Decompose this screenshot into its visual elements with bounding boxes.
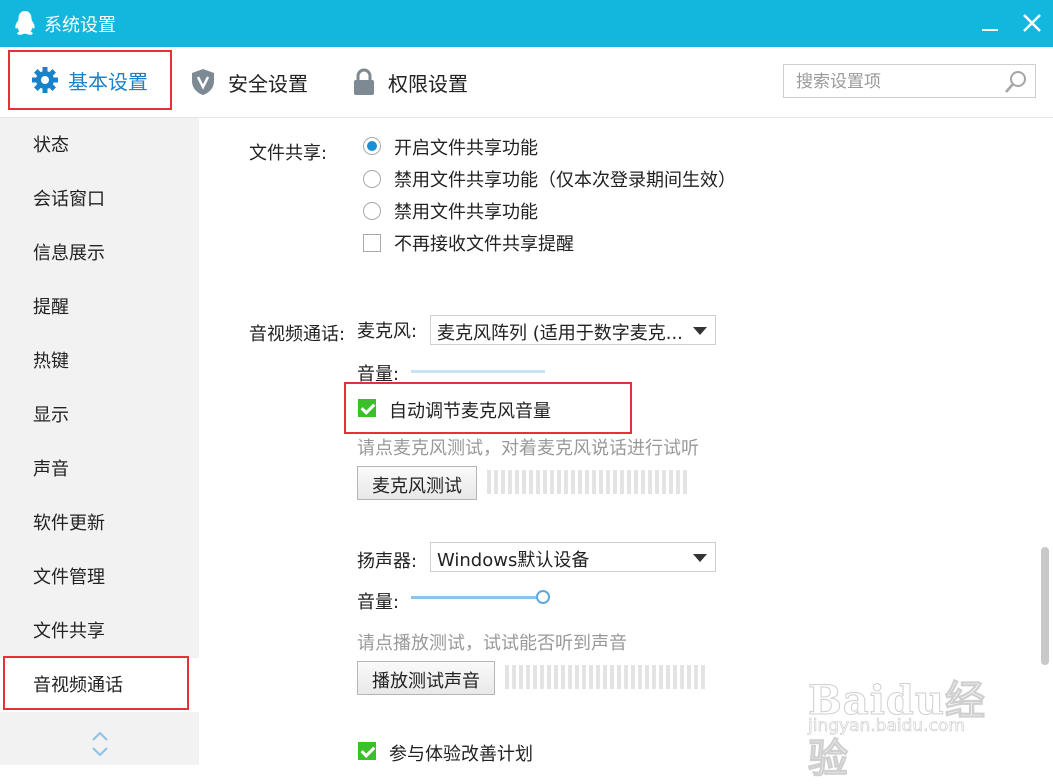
vertical-scrollbar[interactable]	[1037, 118, 1053, 765]
speaker-level-meter	[505, 665, 705, 689]
search-input[interactable]	[794, 65, 998, 99]
gear-icon	[32, 67, 58, 93]
sidebar-item-label: 文件共享	[33, 621, 105, 642]
speaker-test-hint: 请点播放测试，试试能否听到声音	[357, 633, 627, 654]
sidebar-item-label: 状态	[33, 135, 69, 156]
sidebar-item-label: 文件管理	[33, 567, 105, 588]
sidebar-item-label: 软件更新	[33, 513, 105, 534]
title-bar: 系统设置	[0, 0, 1053, 47]
radio-disable-file-share[interactable]	[363, 202, 381, 220]
button-label: 播放测试声音	[372, 671, 480, 692]
mic-volume-slider	[411, 370, 545, 373]
play-test-sound-button[interactable]: 播放测试声音	[357, 661, 495, 695]
mic-test-button[interactable]: 麦克风测试	[357, 466, 477, 500]
sidebar-item-software-update[interactable]: 软件更新	[0, 496, 199, 550]
radio-label: 禁用文件共享功能（仅本次登录期间生效）	[394, 170, 736, 191]
chevron-up-icon[interactable]	[88, 728, 112, 744]
tab-permission-settings[interactable]: 权限设置	[352, 47, 468, 117]
search-box	[783, 64, 1036, 99]
checkbox-label: 参与体验改善计划	[389, 744, 533, 765]
close-icon[interactable]	[1018, 7, 1046, 37]
scrollbar-thumb[interactable]	[1041, 547, 1049, 665]
highlight-annotation-auto-adjust	[344, 382, 632, 434]
tab-label: 基本设置	[68, 69, 148, 94]
radio-disable-file-share-session[interactable]	[363, 170, 381, 188]
chevron-down-icon[interactable]	[88, 744, 112, 760]
mic-select-value: 麦克风阵列 (适用于数字麦克...	[437, 323, 683, 344]
sidebar-item-label: 信息展示	[33, 243, 105, 264]
checkbox-no-reminder[interactable]	[363, 234, 381, 252]
mic-label: 麦克风:	[357, 321, 418, 342]
mic-level-meter	[487, 470, 687, 494]
dropdown-arrow-icon	[693, 327, 707, 335]
shield-icon	[192, 69, 214, 95]
sidebar-item-chat-window[interactable]: 会话窗口	[0, 172, 199, 226]
tab-basic-settings[interactable]: 基本设置	[8, 50, 172, 110]
mic-select[interactable]: 麦克风阵列 (适用于数字麦克...	[430, 315, 716, 345]
radio-label: 禁用文件共享功能	[394, 202, 538, 223]
watermark-url: jingyan.baidu.com	[808, 716, 965, 737]
sidebar-item-label: 显示	[33, 405, 69, 426]
baidu-jingyan-watermark: Baidu经验 jingyan.baidu.com	[808, 650, 998, 783]
search-icon[interactable]	[1003, 69, 1029, 95]
sidebar-item-status[interactable]: 状态	[0, 118, 199, 172]
tab-label: 权限设置	[388, 71, 468, 96]
mic-test-hint: 请点麦克风测试，对着麦克风说话进行试听	[357, 438, 699, 459]
sidebar-item-sound[interactable]: 声音	[0, 442, 199, 496]
minimize-button[interactable]	[978, 10, 1004, 36]
radio-label: 开启文件共享功能	[394, 138, 538, 159]
sidebar-item-info-display[interactable]: 信息展示	[0, 226, 199, 280]
speaker-volume-slider[interactable]	[411, 596, 545, 599]
av-call-label: 音视频通话:	[249, 324, 346, 345]
window-title: 系统设置	[44, 15, 116, 36]
settings-tab-bar: 基本设置 安全设置 权限设置	[0, 47, 1053, 118]
speaker-volume-label: 音量:	[357, 592, 400, 613]
checkbox-label: 不再接收文件共享提醒	[394, 234, 574, 255]
sidebar-item-file-management[interactable]: 文件管理	[0, 550, 199, 604]
speaker-label: 扬声器:	[357, 551, 418, 572]
sidebar-item-hotkeys[interactable]: 热键	[0, 334, 199, 388]
sidebar-item-file-sharing[interactable]: 文件共享	[0, 604, 199, 658]
dropdown-arrow-icon	[693, 554, 707, 562]
sidebar-item-reminder[interactable]: 提醒	[0, 280, 199, 334]
tab-label: 安全设置	[228, 71, 308, 96]
qq-penguin-icon	[15, 11, 35, 35]
speaker-select[interactable]: Windows默认设备	[430, 542, 716, 572]
lock-icon	[354, 68, 374, 95]
checkbox-experience-program[interactable]	[358, 742, 376, 760]
tab-security-settings[interactable]: 安全设置	[190, 47, 308, 117]
radio-enable-file-share[interactable]	[363, 137, 381, 155]
sidebar-item-label: 声音	[33, 459, 69, 480]
sidebar-item-display[interactable]: 显示	[0, 388, 199, 442]
sidebar-item-label: 会话窗口	[33, 189, 105, 210]
sidebar-item-label: 热键	[33, 351, 69, 372]
file-share-label: 文件共享:	[249, 143, 328, 164]
highlight-annotation-sidebar	[3, 656, 189, 710]
button-label: 麦克风测试	[372, 476, 462, 497]
sidebar-item-label: 提醒	[33, 297, 69, 318]
speaker-select-value: Windows默认设备	[437, 550, 590, 571]
speaker-volume-knob[interactable]	[535, 590, 550, 604]
